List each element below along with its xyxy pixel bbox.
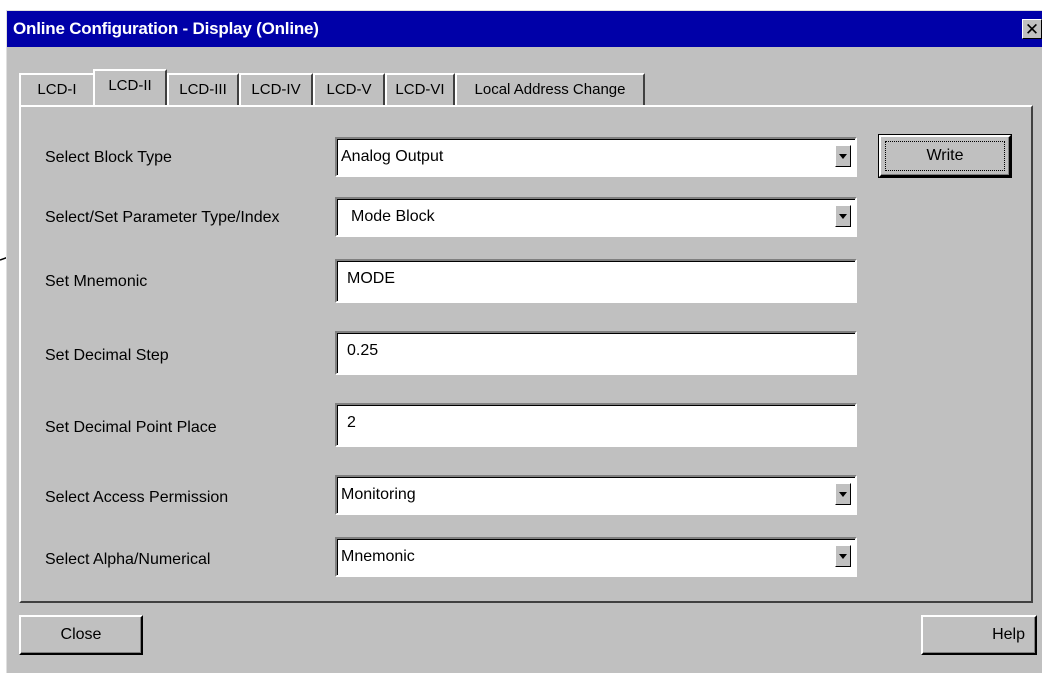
- decimal-step-label: Set Decimal Step: [45, 347, 169, 364]
- chevron-down-icon[interactable]: [835, 145, 851, 167]
- window-title: Online Configuration - Display (Online): [13, 19, 319, 38]
- decimal-point-value: 2: [347, 414, 356, 431]
- access-permission-value: Monitoring: [341, 486, 416, 503]
- close-button[interactable]: Close: [19, 615, 143, 655]
- alpha-numerical-select[interactable]: Mnemonic: [335, 537, 857, 577]
- chevron-down-icon[interactable]: [835, 545, 851, 567]
- close-button-label: Close: [60, 626, 102, 643]
- param-type-label: Select/Set Parameter Type/Index: [45, 209, 280, 226]
- decimal-point-label: Set Decimal Point Place: [45, 419, 217, 436]
- tab-lcd-iii[interactable]: LCD-III: [167, 73, 239, 105]
- mnemonic-value: MODE: [347, 270, 395, 287]
- access-permission-label: Select Access Permission: [45, 489, 229, 506]
- write-button[interactable]: Write: [878, 134, 1012, 178]
- decimal-step-value: 0.25: [347, 342, 379, 359]
- tab-lcd-i[interactable]: LCD-I: [19, 73, 95, 105]
- close-icon[interactable]: ✕: [1022, 19, 1042, 39]
- mnemonic-label: Set Mnemonic: [45, 273, 148, 290]
- title-bar[interactable]: Online Configuration - Display (Online) …: [7, 11, 1042, 47]
- mnemonic-input[interactable]: MODE: [335, 259, 857, 303]
- tab-lcd-ii[interactable]: LCD-II: [93, 69, 167, 105]
- tab-lcd-iv[interactable]: LCD-IV: [239, 73, 313, 105]
- block-type-value: Analog Output: [341, 148, 444, 165]
- tab-local-address-change[interactable]: Local Address Change: [455, 73, 645, 105]
- decimal-point-input[interactable]: 2: [335, 403, 857, 447]
- tab-lcd-v[interactable]: LCD-V: [313, 73, 385, 105]
- block-type-select[interactable]: Analog Output: [335, 137, 857, 177]
- alpha-numerical-value: Mnemonic: [341, 548, 415, 565]
- alpha-numerical-label: Select Alpha/Numerical: [45, 551, 211, 568]
- help-button[interactable]: Help: [921, 615, 1037, 655]
- chevron-down-icon[interactable]: [835, 483, 851, 505]
- dialog-window: Online Configuration - Display (Online) …: [6, 10, 1042, 673]
- chevron-down-icon[interactable]: [835, 205, 851, 227]
- param-type-select[interactable]: Mode Block: [335, 197, 857, 237]
- help-button-label: Help: [992, 626, 1025, 643]
- tab-panel-lcd-ii: Select Block Type Analog Output Write Se…: [19, 105, 1033, 603]
- tab-lcd-vi[interactable]: LCD-VI: [385, 73, 455, 105]
- access-permission-select[interactable]: Monitoring: [335, 475, 857, 515]
- block-type-label: Select Block Type: [45, 149, 172, 166]
- focus-rectangle: [885, 141, 1005, 171]
- decimal-step-input[interactable]: 0.25: [335, 331, 857, 375]
- param-type-value: Mode Block: [351, 208, 435, 225]
